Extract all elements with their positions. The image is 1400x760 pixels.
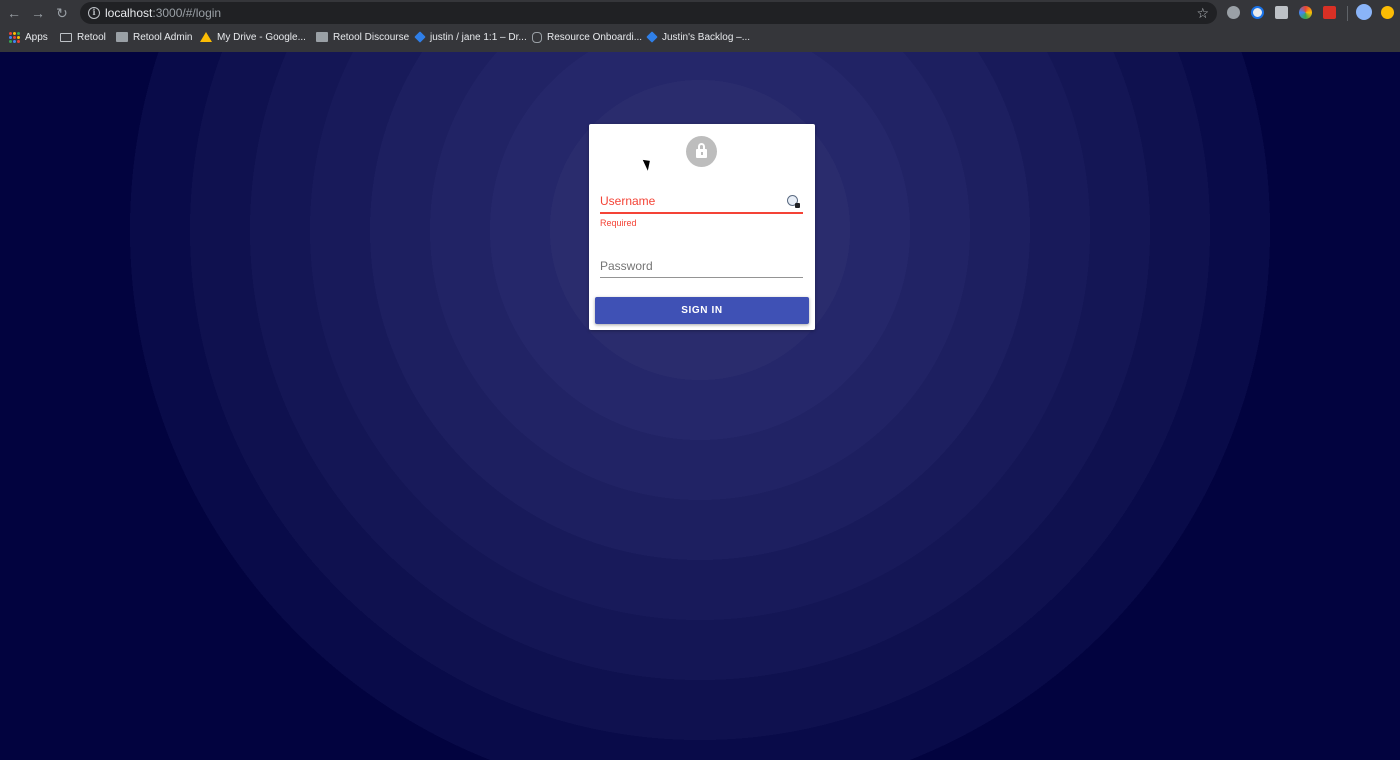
page-icon [116, 32, 128, 42]
camera-extension-icon[interactable] [1275, 6, 1288, 19]
bookmark-star-icon[interactable]: ☆ [1196, 4, 1209, 22]
red-extension-icon[interactable] [1323, 6, 1336, 19]
browser-chrome: ← → ↻ i localhost:3000/#/login ☆ Apps Re… [0, 0, 1400, 52]
page-icon [316, 32, 328, 42]
dropbox-icon [646, 31, 658, 43]
apps-grid-icon [9, 31, 20, 43]
bookmark-retool-discourse[interactable]: Retool Discourse [316, 27, 409, 47]
bookmark-label: Resource Onboardi... [547, 31, 643, 43]
password-manager-icon[interactable] [787, 195, 800, 208]
password-field[interactable]: Password [600, 255, 803, 278]
bookmark-label: Retool Discourse [333, 31, 410, 43]
username-error-text: Required [600, 218, 637, 228]
toolbar-divider [1347, 6, 1348, 21]
bookmark-justins-backlog[interactable]: Justin's Backlog –... [646, 27, 751, 47]
url-text: localhost:3000/#/login [105, 6, 221, 20]
password-label: Password [600, 259, 653, 273]
profile-avatar[interactable] [1356, 4, 1372, 20]
url-host: localhost [105, 6, 153, 20]
color-extension-icon[interactable] [1299, 6, 1312, 19]
login-page: Username Required Password SIGN IN [0, 52, 1400, 760]
username-field[interactable]: Username [600, 190, 803, 214]
bookmark-label: Apps [25, 31, 48, 43]
url-path: :3000/#/login [152, 6, 222, 20]
username-label: Username [600, 194, 656, 208]
google-drive-icon [200, 32, 212, 42]
bookmark-retool-admin[interactable]: Retool Admin [116, 27, 192, 47]
bookmark-my-drive[interactable]: My Drive - Google... [200, 27, 306, 47]
reload-icon[interactable]: ↻ [52, 4, 72, 22]
google-drive-extension-icon[interactable] [1227, 6, 1240, 19]
bookmark-label: Retool Admin [133, 31, 193, 43]
sign-in-button[interactable]: SIGN IN [595, 297, 809, 324]
bookmark-label: justin / jane 1:1 – Dr... [430, 31, 527, 43]
password-manager-extension-icon[interactable] [1251, 6, 1264, 19]
bookmark-label: My Drive - Google... [217, 31, 306, 43]
back-arrow-icon[interactable]: ← [4, 4, 24, 22]
bookmark-label: Justin's Backlog –... [662, 31, 751, 43]
browser-toolbar: ← → ↻ i localhost:3000/#/login ☆ [0, 0, 1400, 27]
site-info-icon[interactable]: i [88, 7, 100, 19]
dropbox-icon [414, 31, 426, 43]
link-icon [532, 31, 542, 43]
lock-avatar [686, 136, 717, 167]
bookmark-retool[interactable]: Retool [60, 27, 106, 47]
bookmark-resource-onboarding[interactable]: Resource Onboardi... [532, 27, 642, 47]
bookmark-apps[interactable]: Apps [9, 27, 48, 47]
bookmark-justin-jane[interactable]: justin / jane 1:1 – Dr... [414, 27, 527, 47]
forward-arrow-icon[interactable]: → [28, 4, 48, 22]
address-bar[interactable]: i localhost:3000/#/login ☆ [80, 2, 1217, 24]
folder-icon [60, 32, 72, 42]
bookmark-label: Retool [77, 31, 106, 43]
profile-status-icon[interactable] [1381, 6, 1394, 19]
bookmarks-bar: Apps Retool Retool Admin My Drive - Goog… [0, 27, 1400, 52]
login-card: Username Required Password SIGN IN [589, 124, 815, 330]
